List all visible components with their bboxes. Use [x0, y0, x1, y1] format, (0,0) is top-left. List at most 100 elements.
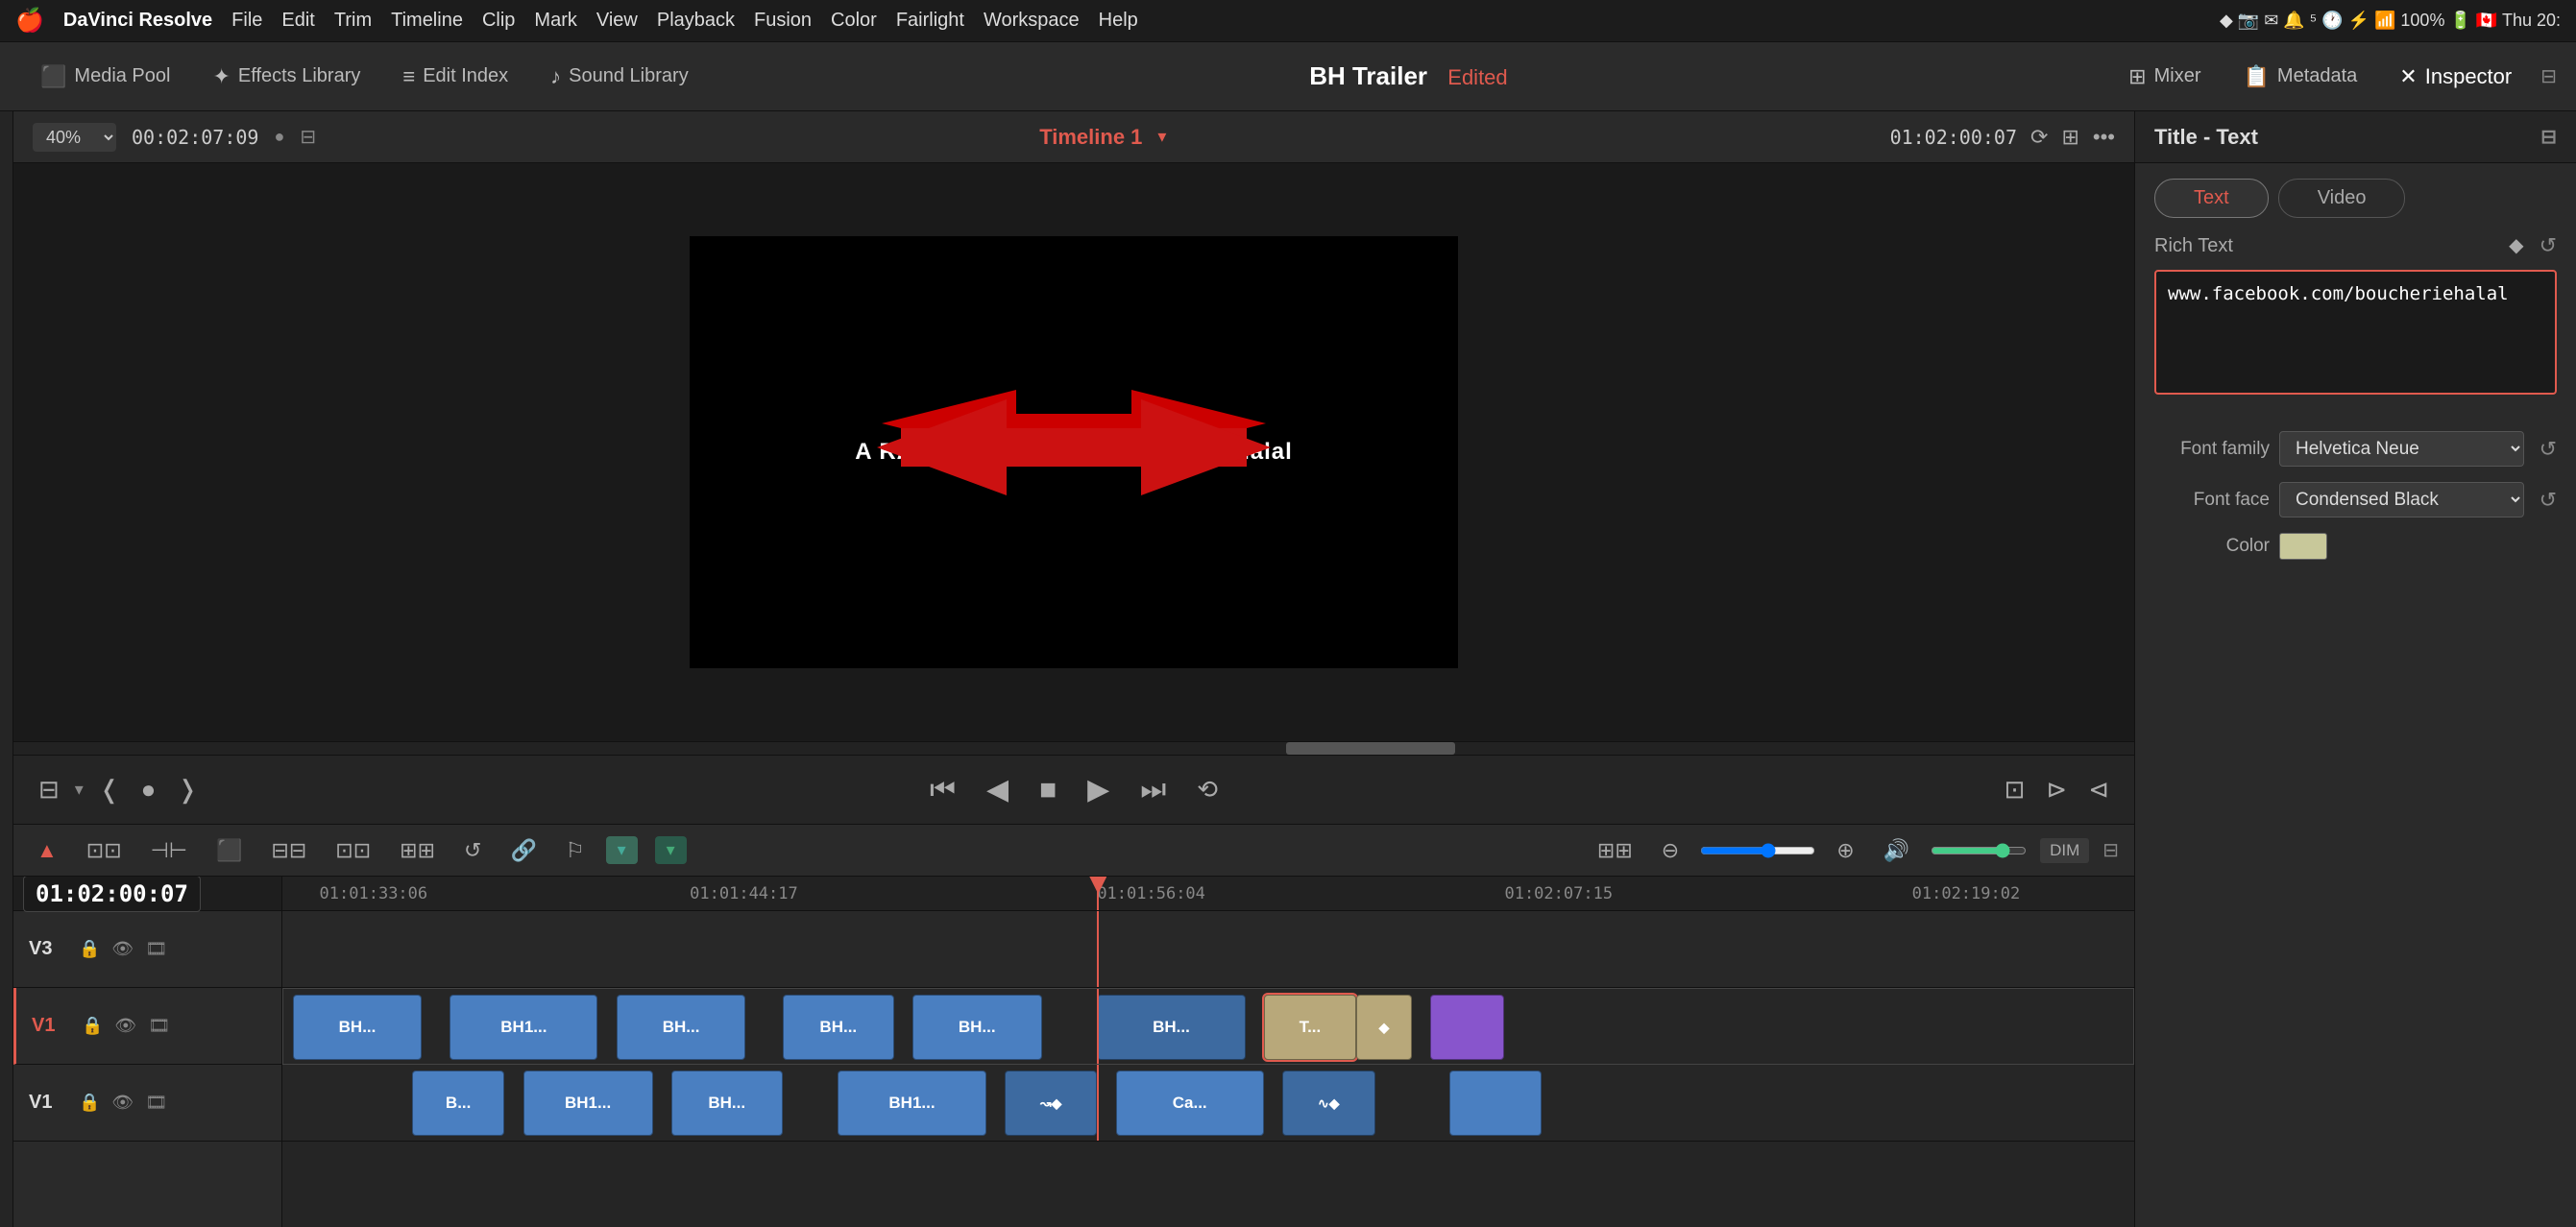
- next-clip-button[interactable]: ⊳: [2040, 769, 2073, 810]
- clip-bh2b[interactable]: BH...: [671, 1071, 783, 1136]
- zoom-in-icon[interactable]: ⊕: [1829, 834, 1861, 867]
- clip-bh1b[interactable]: BH1...: [523, 1071, 653, 1136]
- rich-text-diamond-icon[interactable]: ◆: [2509, 233, 2523, 258]
- menu-playback[interactable]: Playback: [657, 10, 735, 32]
- metadata-button[interactable]: 📋 Metadata: [2223, 57, 2379, 97]
- menu-edit[interactable]: Edit: [281, 10, 314, 32]
- menu-color[interactable]: Color: [831, 10, 877, 32]
- clip-bh4[interactable]: BH...: [783, 995, 894, 1060]
- volume-slider[interactable]: [1931, 843, 2027, 858]
- prev-clip-button[interactable]: ⊲: [2082, 769, 2115, 810]
- track-v1-lower-row[interactable]: B... BH1... BH... BH1... ↝◆ Ca... ∿◆: [282, 1065, 2134, 1142]
- clip-bh3[interactable]: BH...: [617, 995, 746, 1060]
- track-film-icon-3[interactable]: 🎞: [145, 1093, 167, 1113]
- view-layout-button[interactable]: ⊟: [33, 769, 65, 810]
- scrub-thumb[interactable]: [1286, 742, 1456, 755]
- menu-workspace[interactable]: Workspace: [984, 10, 1080, 32]
- clip-bh5[interactable]: BH...: [912, 995, 1042, 1060]
- clip-diamond[interactable]: ◆: [1356, 995, 1412, 1060]
- scrub-bar[interactable]: [13, 741, 2134, 755]
- step-back-button[interactable]: ◀: [981, 767, 1014, 812]
- menu-file[interactable]: File: [231, 10, 262, 32]
- menu-fusion[interactable]: Fusion: [754, 10, 812, 32]
- menu-mark[interactable]: Mark: [534, 10, 576, 32]
- zoom-select[interactable]: 40% 50% 75% 100%: [33, 123, 116, 152]
- gap-tool[interactable]: ⊞⊞: [392, 834, 443, 867]
- menu-trim[interactable]: Trim: [334, 10, 372, 32]
- rich-text-input[interactable]: www.facebook.com/boucheriehalal: [2154, 270, 2557, 395]
- marker-nav-button[interactable]: ●: [135, 769, 162, 810]
- timeline-selector[interactable]: Timeline 1: [1039, 125, 1142, 150]
- tab-text[interactable]: Text: [2154, 179, 2269, 218]
- loop-button[interactable]: ⟲: [1191, 769, 1224, 810]
- next-nav-button[interactable]: ❭: [171, 769, 204, 810]
- menu-view[interactable]: View: [596, 10, 638, 32]
- tab-video[interactable]: Video: [2278, 179, 2406, 218]
- slip-tool[interactable]: ⊟⊟: [263, 834, 314, 867]
- menu-clip[interactable]: Clip: [482, 10, 515, 32]
- font-face-select[interactable]: Condensed Black: [2279, 482, 2524, 517]
- play-button[interactable]: ▶: [1081, 767, 1115, 812]
- sync-icon[interactable]: ⟳: [2030, 125, 2048, 150]
- blade-tool[interactable]: ⬛: [208, 834, 250, 867]
- track-film-icon[interactable]: 🎞: [145, 939, 167, 959]
- track-lock-icon[interactable]: 🔒: [79, 939, 100, 959]
- volume-icon[interactable]: 🔊: [1876, 834, 1917, 867]
- clip-title-selected[interactable]: T...: [1264, 995, 1356, 1060]
- track-lock-icon-2[interactable]: 🔒: [82, 1016, 103, 1036]
- track-v1-selected-row[interactable]: BH... BH1... BH... BH... BH... BH... T..…: [282, 988, 2134, 1065]
- inspector-close-icon[interactable]: ⊟: [2540, 125, 2557, 149]
- clip-b1[interactable]: B...: [412, 1071, 504, 1136]
- track-view-icon-3[interactable]: 👁: [111, 1093, 134, 1113]
- dynamic-trim-tool[interactable]: ⊣⊢: [143, 834, 195, 867]
- track-lock-icon-3[interactable]: 🔒: [79, 1093, 100, 1113]
- marker-color-selector[interactable]: ▾: [655, 836, 687, 864]
- stop-button[interactable]: ■: [1033, 768, 1062, 812]
- font-family-select[interactable]: Helvetica Neue: [2279, 431, 2524, 467]
- inspector-button[interactable]: ✕ Inspector: [2378, 57, 2533, 97]
- pointer-tool[interactable]: ▲: [29, 834, 65, 867]
- color-swatch[interactable]: [2279, 533, 2327, 560]
- toolbar-expand-icon[interactable]: ⊟: [2540, 64, 2557, 88]
- clip-ca[interactable]: Ca...: [1116, 1071, 1264, 1136]
- clip-blue-end[interactable]: [1449, 1071, 1542, 1136]
- clip-bh1c[interactable]: BH1...: [838, 1071, 985, 1136]
- more-icon[interactable]: •••: [2093, 125, 2115, 150]
- zoom-slider[interactable]: [1700, 843, 1815, 858]
- timeline-tracks[interactable]: 01:01:33:06 01:01:44:17 01:01:56:04 01:0…: [282, 877, 2134, 1227]
- menu-timeline[interactable]: Timeline: [391, 10, 463, 32]
- zoom-out-icon[interactable]: ⊖: [1654, 834, 1687, 867]
- audio-expand-icon[interactable]: ⊟: [2102, 838, 2119, 862]
- clip-with-diamond[interactable]: ↝◆: [1005, 1071, 1097, 1136]
- view-dropdown-icon[interactable]: ▾: [75, 780, 84, 800]
- effects-library-button[interactable]: ✦ Effects Library: [191, 57, 381, 97]
- track-view-icon[interactable]: 👁: [111, 939, 134, 959]
- full-screen-button[interactable]: ⊡: [1999, 769, 2031, 810]
- undo-icon[interactable]: ↺: [456, 834, 489, 867]
- track-v3-row[interactable]: [282, 911, 2134, 988]
- clip-purple[interactable]: [1430, 995, 1504, 1060]
- clip-wave[interactable]: ∿◆: [1282, 1071, 1374, 1136]
- sound-library-button[interactable]: ♪ Sound Library: [529, 57, 710, 97]
- dim-label[interactable]: DIM: [2040, 838, 2089, 863]
- media-pool-button[interactable]: ⬛ Media Pool: [19, 57, 191, 97]
- slide-tool[interactable]: ⊡⊡: [328, 834, 378, 867]
- link-icon[interactable]: 🔗: [502, 834, 544, 867]
- menu-fairlight[interactable]: Fairlight: [896, 10, 964, 32]
- clip-bh1[interactable]: BH...: [293, 995, 423, 1060]
- edit-index-button[interactable]: ≡ Edit Index: [381, 57, 529, 97]
- layout-icon[interactable]: ⊞: [2061, 125, 2078, 150]
- expand-icon[interactable]: ⊟: [300, 125, 316, 149]
- clip-bh2[interactable]: BH1...: [450, 995, 597, 1060]
- flag-color-selector[interactable]: ▾: [606, 836, 638, 864]
- timeline-dropdown-icon[interactable]: ▾: [1157, 127, 1166, 147]
- font-family-reset-icon[interactable]: ↺: [2540, 437, 2557, 462]
- monitor-layout-icon[interactable]: ⊞⊞: [1590, 834, 1640, 867]
- flag-icon[interactable]: ⚐: [558, 834, 593, 867]
- app-name[interactable]: DaVinci Resolve: [63, 10, 212, 32]
- track-view-icon-2[interactable]: 👁: [114, 1016, 136, 1036]
- trim-tool[interactable]: ⊡⊡: [79, 834, 130, 867]
- rich-text-reset-icon[interactable]: ↺: [2540, 233, 2557, 258]
- font-face-reset-icon[interactable]: ↺: [2540, 488, 2557, 513]
- track-film-icon-2[interactable]: 🎞: [148, 1016, 170, 1036]
